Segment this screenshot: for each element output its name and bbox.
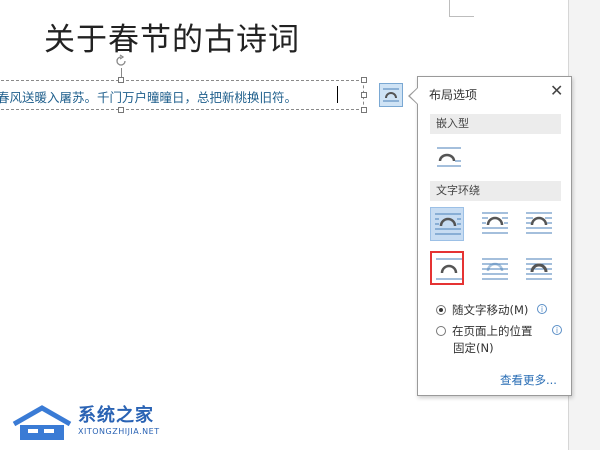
house-logo-icon bbox=[12, 405, 72, 440]
wrap-inline-option[interactable] bbox=[432, 140, 466, 174]
wrap-top-bottom-option[interactable] bbox=[430, 251, 464, 285]
text-caret bbox=[337, 86, 338, 103]
resize-handle-top-right[interactable] bbox=[361, 77, 367, 83]
page-corner-mark bbox=[449, 0, 474, 17]
resize-handle-middle-right[interactable] bbox=[361, 92, 367, 98]
text-box-content[interactable]: 春风送暖入屠苏。千门万户曈曈日，总把新桃换旧符。 bbox=[0, 87, 297, 106]
radio-fixed-position-label-line2: 固定(N) bbox=[453, 341, 494, 355]
info-icon[interactable]: i bbox=[537, 304, 547, 314]
document-title: 关于春节的古诗词 bbox=[44, 22, 300, 58]
in-front-of-text-icon bbox=[526, 258, 552, 280]
wrap-behind-text-option[interactable] bbox=[478, 251, 512, 285]
wrap-in-front-option[interactable] bbox=[522, 251, 556, 285]
panel-pointer-inner bbox=[410, 88, 418, 104]
panel-title: 布局选项 bbox=[429, 88, 478, 102]
document-right-gutter bbox=[568, 0, 600, 450]
resize-handle-top-middle[interactable] bbox=[118, 77, 124, 83]
radio-fixed-position-label-line1: 在页面上的位置 bbox=[452, 324, 533, 338]
top-bottom-wrap-icon bbox=[436, 258, 462, 280]
inline-with-text-icon bbox=[437, 147, 461, 167]
radio-button-selected[interactable] bbox=[436, 305, 446, 315]
radio-fixed-position[interactable]: 在页面上的位置 bbox=[436, 323, 533, 339]
resize-handle-bottom-middle[interactable] bbox=[118, 107, 124, 113]
layout-options-panel: 布局选项 ✕ 嵌入型 文字环绕 随文字移动(M) i 在页面上的位置 固定(N)… bbox=[417, 76, 572, 396]
radio-button-unselected[interactable] bbox=[436, 326, 446, 336]
wrap-square-option[interactable] bbox=[430, 207, 464, 241]
wrap-tight-option[interactable] bbox=[478, 207, 512, 241]
radio-move-with-text[interactable]: 随文字移动(M) bbox=[436, 302, 528, 318]
section-inline-heading: 嵌入型 bbox=[430, 114, 561, 134]
behind-text-icon bbox=[482, 258, 508, 280]
text-box[interactable]: 春风送暖入屠苏。千门万户曈曈日，总把新桃换旧符。 bbox=[0, 80, 364, 110]
close-icon[interactable]: ✕ bbox=[550, 81, 563, 100]
layout-options-button[interactable] bbox=[379, 83, 403, 107]
tight-wrap-icon bbox=[482, 212, 508, 234]
rotate-handle-icon[interactable] bbox=[114, 54, 128, 68]
watermark-url: XITONGZHIJIA.NET bbox=[78, 427, 160, 436]
wrap-through-option[interactable] bbox=[522, 207, 556, 241]
radio-move-with-text-label: 随文字移动(M) bbox=[452, 303, 529, 317]
square-wrap-icon bbox=[435, 213, 461, 235]
watermark-name: 系统之家 bbox=[78, 405, 154, 426]
info-icon[interactable]: i bbox=[552, 325, 562, 335]
see-more-link[interactable]: 查看更多... bbox=[500, 372, 557, 388]
resize-handle-bottom-right[interactable] bbox=[361, 107, 367, 113]
through-wrap-icon bbox=[526, 212, 552, 234]
layout-wrap-icon bbox=[383, 88, 399, 102]
section-wrap-heading: 文字环绕 bbox=[430, 181, 561, 201]
